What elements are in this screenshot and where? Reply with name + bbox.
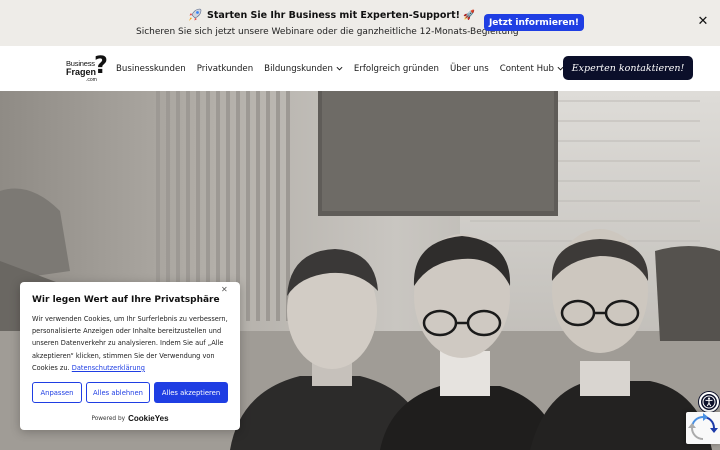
logo[interactable]: Business Fragen .com ?: [66, 51, 112, 84]
nav-item-privatkunden[interactable]: Privatkunden: [197, 64, 253, 74]
accept-all-button[interactable]: Alles akzeptieren: [154, 382, 228, 403]
close-icon[interactable]: ✕: [697, 15, 709, 29]
cookieyes-logo[interactable]: CookieYes: [128, 414, 168, 423]
nav-item-erfolgreich-gründen[interactable]: Erfolgreich gründen: [354, 64, 439, 74]
logo-line-fragen: Fragen: [66, 67, 97, 77]
accessibility-icon: [702, 395, 716, 409]
reject-all-button[interactable]: Alles ablehnen: [86, 382, 150, 403]
nav-item-über-uns[interactable]: Über uns: [450, 64, 489, 74]
recaptcha-icon: [688, 413, 718, 440]
cookie-text: Wir verwenden Cookies, um Ihr Surferlebn…: [32, 313, 232, 374]
nav-item-label: Businesskunden: [116, 63, 186, 74]
nav-item-label: Bildungskunden: [264, 63, 333, 74]
cookie-consent-banner: Wir legen Wert auf Ihre Privatsphäre ✕ W…: [20, 282, 240, 430]
accessibility-button[interactable]: [699, 392, 719, 412]
announcement-subline: Sicheren Sie sich jetzt unsere Webinare …: [136, 27, 519, 37]
nav-menu: Businesskunden Privatkunden Bildungskunden…: [116, 46, 617, 91]
nav-item-label: Privatkunden: [196, 63, 254, 74]
privacy-policy-link[interactable]: Datenschutzerklärung: [72, 364, 145, 372]
rocket-icon: [189, 8, 202, 21]
jetzt-informieren-button[interactable]: Jetzt informieren!: [484, 14, 584, 31]
chevron-down-icon: [336, 66, 343, 71]
experten-kontaktieren-button[interactable]: Experten kontaktieren!: [563, 56, 693, 80]
nav-item-content-hub[interactable]: Content Hub: [500, 64, 564, 74]
nav-item-label: Erfolgreich gründen: [353, 63, 440, 74]
close-icon[interactable]: ✕: [221, 285, 228, 294]
nav-item-label: Content Hub: [499, 63, 554, 74]
cookie-title: Wir legen Wert auf Ihre Privatsphäre: [32, 295, 220, 305]
logo-question-mark: ?: [94, 51, 108, 79]
announcement-headline-row: Starten Sie Ihr Business mit Experten-Su…: [187, 7, 475, 23]
announcement-bar: Starten Sie Ihr Business mit Experten-Su…: [0, 0, 720, 46]
main-navigation: Business Fragen .com ? Businesskunden Pri…: [0, 46, 720, 91]
nav-item-label: Über uns: [450, 63, 489, 74]
recaptcha-badge[interactable]: [686, 412, 720, 444]
nav-item-bildungskunden[interactable]: Bildungskunden: [264, 64, 343, 74]
customize-button[interactable]: Anpassen: [32, 382, 82, 403]
announcement-headline: Starten Sie Ihr Business mit Experten-Su…: [207, 9, 476, 21]
powered-by: Powered by CookieYes: [20, 414, 240, 423]
nav-item-businesskunden[interactable]: Businesskunden: [116, 64, 186, 74]
powered-by-label: Powered by: [91, 415, 126, 422]
